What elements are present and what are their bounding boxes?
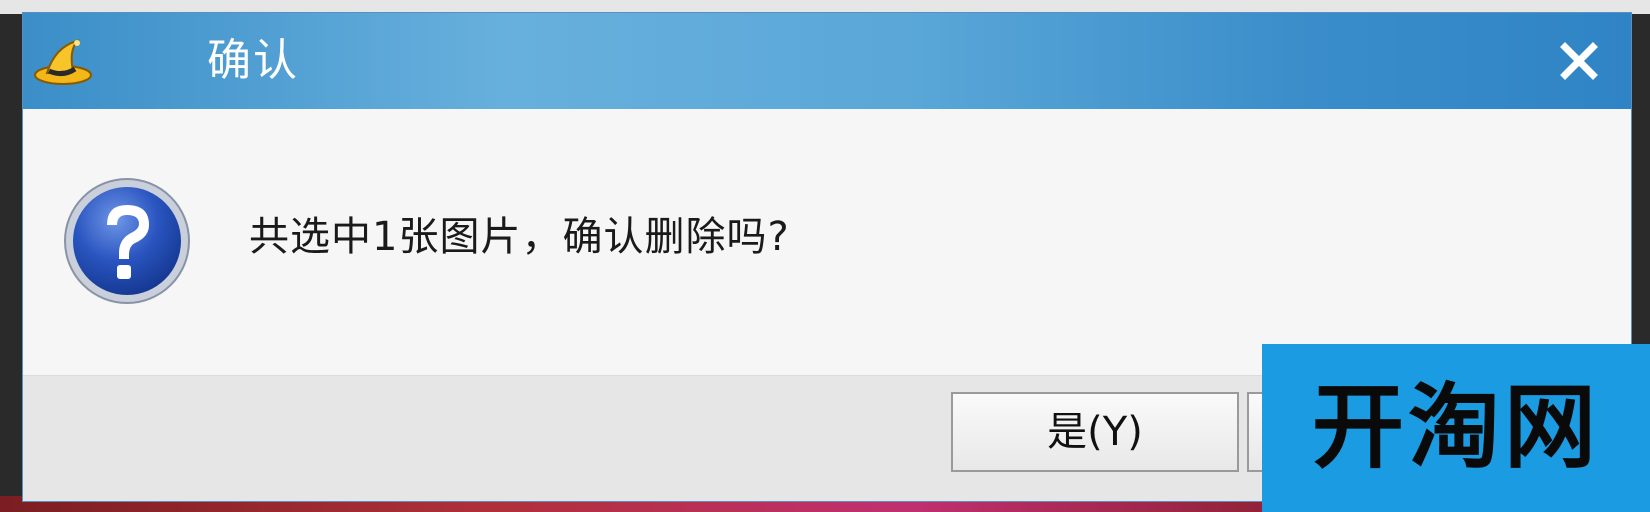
dialog-message: 共选中1张图片，确认删除吗? — [249, 214, 790, 260]
dialog-titlebar[interactable]: 确认 — [23, 13, 1631, 109]
site-watermark: 开淘网 — [1262, 344, 1650, 512]
yes-button[interactable]: 是(Y) — [951, 392, 1239, 472]
wizard-hat-icon — [34, 39, 92, 85]
question-icon — [64, 178, 190, 304]
screen: 确认 共选中1张图片，确认删除吗? 是(Y) 开淘网 — [0, 0, 1650, 512]
dialog-title: 确认 — [207, 35, 299, 86]
close-icon[interactable] — [1551, 33, 1607, 89]
